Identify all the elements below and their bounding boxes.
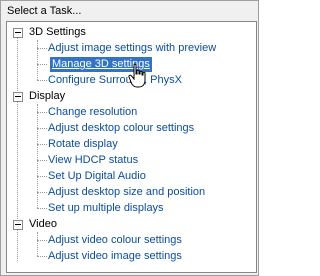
category-video[interactable]: Video — [29, 217, 57, 232]
hand-cursor-icon — [128, 63, 146, 88]
tree-connector — [37, 192, 47, 193]
task-change-resolution[interactable]: Change resolution — [48, 105, 137, 120]
category-3d-settings[interactable]: 3D Settings — [29, 25, 86, 40]
task-configure-surround-physx[interactable]: Configure Surround, PhysX — [48, 73, 182, 88]
tree-connector — [37, 256, 47, 257]
tree-connector — [37, 160, 47, 161]
tree-connector — [37, 208, 47, 209]
tree-connector — [37, 240, 47, 241]
task-adjust-desktop-colour-settings[interactable]: Adjust desktop colour settings — [48, 121, 194, 136]
tree-connector — [37, 128, 47, 129]
tree-connector — [37, 232, 38, 256]
task-adjust-image-settings-with-preview[interactable]: Adjust image settings with preview — [48, 41, 216, 56]
collapse-3d-settings-icon[interactable] — [13, 28, 23, 38]
task-adjust-video-image-settings[interactable]: Adjust video image settings — [48, 249, 182, 264]
task-set-up-digital-audio[interactable]: Set Up Digital Audio — [48, 169, 146, 184]
tree-connector — [37, 112, 47, 113]
tree-connector — [37, 80, 47, 81]
task-tree[interactable]: 3D Settings Adjust image settings with p… — [6, 21, 257, 273]
tree-connector — [37, 64, 47, 65]
tree-connector — [37, 40, 38, 80]
panel-title: Select a Task... — [7, 5, 82, 17]
task-adjust-video-colour-settings[interactable]: Adjust video colour settings — [48, 233, 182, 248]
tree-connector — [37, 176, 47, 177]
category-display[interactable]: Display — [29, 89, 65, 104]
tree-connector — [37, 144, 47, 145]
task-rotate-display[interactable]: Rotate display — [48, 137, 118, 152]
collapse-video-icon[interactable] — [13, 220, 23, 230]
task-panel: Select a Task... 3D Settings Adjust imag… — [0, 0, 259, 276]
task-view-hdcp-status[interactable]: View HDCP status — [48, 153, 138, 168]
tree-connector — [37, 48, 47, 49]
task-set-up-multiple-displays[interactable]: Set up multiple displays — [48, 201, 164, 216]
task-adjust-desktop-size-and-position[interactable]: Adjust desktop size and position — [48, 185, 205, 200]
collapse-display-icon[interactable] — [13, 92, 23, 102]
